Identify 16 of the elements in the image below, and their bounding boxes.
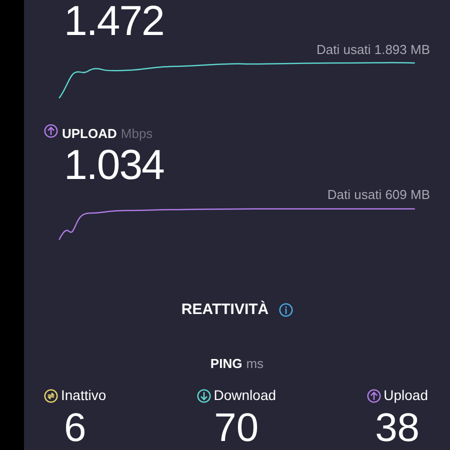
ping-unit: ms xyxy=(246,354,264,372)
ping-value: 6 xyxy=(64,406,86,450)
ping-value: 38 xyxy=(375,406,420,450)
upload-unit: Mbps xyxy=(120,124,153,143)
data-used: Dati usati 1.893 MB xyxy=(316,42,430,58)
ping-type-label: Inattivo xyxy=(61,386,106,405)
upload-label: UPLOAD xyxy=(62,124,117,143)
ping-type-label: Upload xyxy=(384,386,428,405)
upload-speed: 1.034 xyxy=(64,143,165,188)
ping-value: 70 xyxy=(214,406,259,450)
download-speed: 1.472 xyxy=(64,0,165,42)
ping-type-label: Download xyxy=(214,386,276,405)
ping-label: PING xyxy=(210,354,242,372)
responsiveness-title: REATTIVITÀ xyxy=(181,300,269,320)
data-used: Dati usati 609 MB xyxy=(327,187,430,204)
info-icon[interactable] xyxy=(278,303,293,318)
